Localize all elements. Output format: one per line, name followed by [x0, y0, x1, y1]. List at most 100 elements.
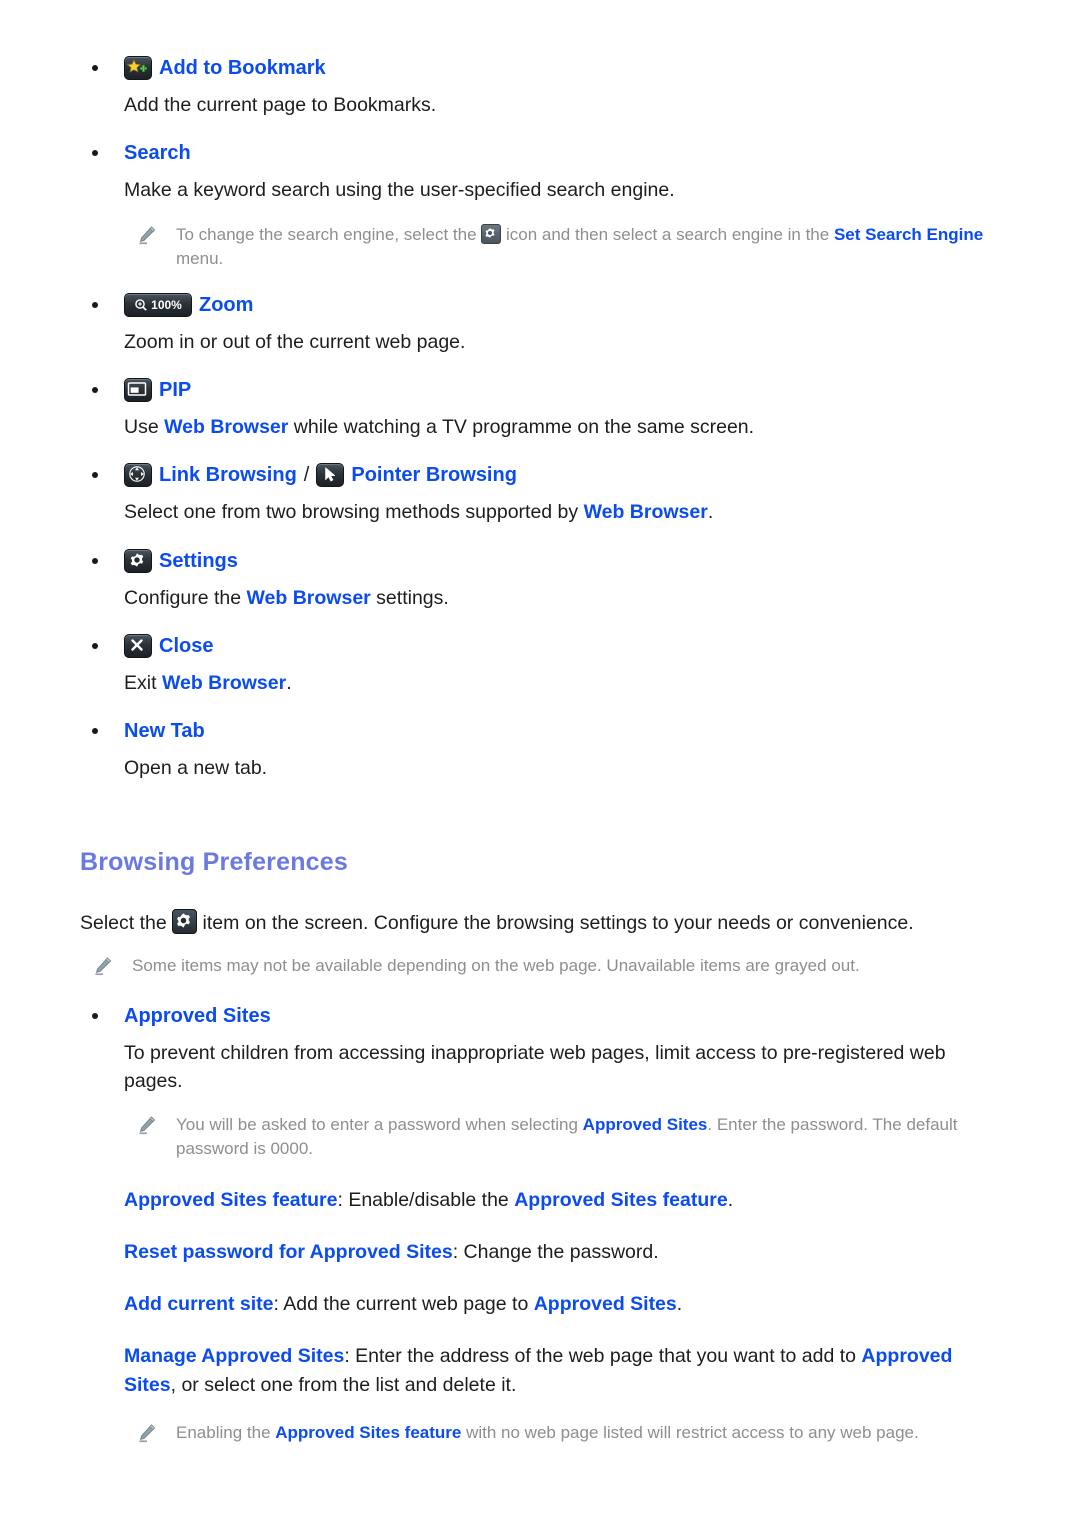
note-part-1: You will be asked to enter a password wh… [176, 1115, 583, 1135]
note-approved-sites-password: You will be asked to enter a password wh… [124, 1113, 1008, 1161]
feature-title: Link Browsing [159, 464, 297, 487]
subitem-text-1: : Change the password. [452, 1240, 659, 1263]
link-web-browser[interactable]: Web Browser [164, 416, 288, 438]
feature-description: To prevent children from accessing inapp… [124, 1041, 946, 1093]
note-text: You will be asked to enter a password wh… [176, 1113, 1008, 1161]
note-link-approved-sites[interactable]: Approved Sites [583, 1115, 708, 1134]
desc-part-1: Exit [124, 671, 162, 694]
note-part-3: menu. [176, 248, 224, 268]
feature-link-pointer-browsing: Link Browsing / Pointer Browsing Select … [72, 463, 1008, 526]
feature-settings: Settings Configure the Web Browser setti… [72, 548, 1008, 612]
feature-title-row: Link Browsing / Pointer Browsing [124, 463, 1008, 488]
subitem-text-2: . [676, 1293, 683, 1316]
feature-description: Make a keyword search using the user-spe… [124, 179, 675, 202]
gear-icon [481, 223, 502, 244]
note-link-approved-sites-feature[interactable]: Approved Sites feature [275, 1423, 461, 1442]
feature-description: Exit Web Browser. [124, 658, 1008, 697]
bullet-marker [92, 472, 98, 479]
feature-title-row: Search [124, 141, 1008, 165]
feature-description: Configure the Web Browser settings. [124, 573, 1008, 612]
note-some-items-unavailable: Some items may not be available dependin… [80, 954, 1008, 978]
feature-title: New Tab [124, 720, 205, 743]
desc-part-2: settings. [370, 586, 449, 609]
feature-search: Search Make a keyword search using the u… [72, 141, 1008, 204]
feature-title-row: Settings [124, 548, 1008, 573]
feature-title-row: PIP [124, 378, 1008, 403]
bullet-marker [92, 728, 98, 735]
dpad-icon [124, 463, 152, 488]
feature-close: Close Exit Web Browser. [72, 633, 1008, 697]
feature-title: Settings [159, 549, 238, 572]
note-text: To change the search engine, select the … [176, 223, 983, 268]
subitem-label[interactable]: Manage Approved Sites [124, 1345, 344, 1367]
feature-description: Zoom in or out of the current web page. [124, 330, 466, 353]
subitem-manage-approved-sites: Manage Approved Sites: Enter the address… [124, 1342, 989, 1399]
subitem-text-1: : Enable/disable the [337, 1188, 515, 1211]
pointer-icon [316, 463, 345, 488]
note-link-set-search-engine[interactable]: Set Search Engine [834, 225, 983, 244]
gear-icon [172, 909, 198, 935]
feature-title-row: Add to Bookmark [124, 56, 1008, 80]
feature-title: Close [159, 634, 214, 657]
feature-title: Search [124, 142, 191, 165]
feature-approved-sites: Approved Sites To prevent children from … [72, 1004, 1008, 1096]
subitem-text-2: . [727, 1188, 734, 1211]
feature-description: Open a new tab. [124, 757, 268, 780]
feature-zoom: 100% Zoom Zoom in or out of the current … [72, 292, 1008, 356]
feature-add-to-bookmark: Add to Bookmark Add the current page to … [72, 56, 1008, 119]
bullet-marker [92, 387, 98, 394]
feature-title-row: 100% Zoom [124, 292, 1008, 317]
section-heading-browsing-preferences: Browsing Preferences [80, 848, 348, 877]
note-part-2: with no web page listed will restrict ac… [461, 1422, 919, 1442]
pencil-icon [92, 955, 114, 977]
note-part-2: icon and then select a search engine in … [501, 224, 834, 244]
feature-title-row: Close [124, 633, 1008, 658]
link-web-browser[interactable]: Web Browser [584, 501, 708, 523]
zoom-level-label: 100% [151, 297, 182, 312]
section-intro: Select the item on the screen. Configure… [80, 909, 1008, 937]
feature-title: Add to Bookmark [159, 57, 326, 79]
pencil-icon [136, 1114, 158, 1136]
link-web-browser[interactable]: Web Browser [247, 587, 371, 609]
note-part-1: Enabling the [176, 1422, 276, 1442]
subitem-text-1: : Add the current web page to [273, 1293, 534, 1316]
subitem-add-current-site: Add current site: Add the current web pa… [124, 1290, 1008, 1318]
feature-title-row: Approved Sites [124, 1004, 1008, 1028]
feature-title: PIP [159, 379, 192, 402]
feature-description: Use Web Browser while watching a TV prog… [124, 402, 1008, 441]
subitem-label[interactable]: Add current site [124, 1293, 274, 1315]
close-x-icon [124, 633, 152, 658]
feature-title: Approved Sites [124, 1004, 271, 1027]
subitem-label[interactable]: Approved Sites feature [124, 1189, 337, 1211]
desc-part-2: . [286, 671, 292, 694]
subitem-text-1: : Enter the address of the web page that… [344, 1345, 862, 1368]
bullet-marker [92, 150, 98, 157]
manual-page: Add to Bookmark Add the current page to … [0, 0, 1080, 1445]
subitem-approved-sites-feature: Approved Sites feature: Enable/disable t… [124, 1186, 1008, 1214]
bookmark-add-icon [124, 56, 152, 80]
desc-part-1: Use [124, 416, 165, 439]
feature-title-2: Pointer Browsing [351, 464, 517, 487]
magnifier-glyph [135, 298, 147, 311]
feature-new-tab: New Tab Open a new tab. [72, 719, 1008, 782]
note-text: Some items may not be available dependin… [132, 955, 860, 975]
subitem-link[interactable]: Approved Sites feature [514, 1189, 727, 1211]
feature-title: Zoom [199, 293, 254, 316]
desc-part-2: while watching a TV programme on the sam… [288, 416, 755, 439]
feature-description: Select one from two browsing methods sup… [124, 487, 1008, 526]
pencil-icon [136, 1422, 158, 1444]
zoom-100-icon: 100% [124, 292, 192, 317]
title-separator: / [303, 464, 310, 487]
link-web-browser[interactable]: Web Browser [162, 672, 286, 694]
intro-part-2: item on the screen. Configure the browsi… [197, 912, 914, 935]
subitem-link[interactable]: Approved Sites [534, 1293, 677, 1315]
note-change-search-engine: To change the search engine, select the … [124, 223, 1008, 271]
gear-icon [124, 548, 152, 573]
subitem-label[interactable]: Reset password for Approved Sites [124, 1241, 453, 1263]
desc-part-1: Select one from two browsing methods sup… [124, 501, 584, 524]
desc-part-1: Configure the [124, 586, 247, 609]
note-enabling-approved-sites: Enabling the Approved Sites feature with… [124, 1421, 1008, 1445]
feature-description: Add the current page to Bookmarks. [124, 94, 437, 116]
bullet-marker [92, 301, 98, 308]
feature-pip: PIP Use Web Browser while watching a TV … [72, 378, 1008, 441]
